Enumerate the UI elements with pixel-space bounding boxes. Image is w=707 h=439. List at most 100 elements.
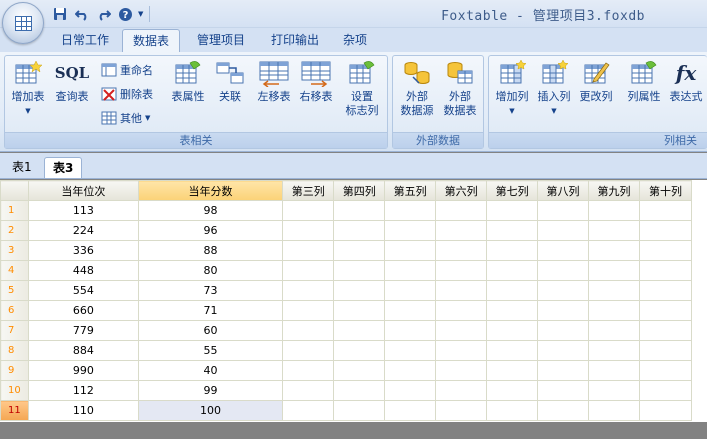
table-row[interactable]: 11 110 100 — [0, 400, 692, 421]
cell-empty[interactable] — [588, 260, 640, 281]
table-row[interactable]: 5 554 73 — [0, 280, 692, 301]
cell-rank[interactable]: 779 — [27, 320, 139, 341]
cell-empty[interactable] — [486, 280, 539, 301]
table-row[interactable]: 9 990 40 — [0, 360, 692, 381]
cell-empty[interactable] — [638, 300, 692, 321]
table-row[interactable]: 7 779 60 — [0, 320, 692, 341]
cell-rank[interactable]: 336 — [27, 240, 139, 261]
cell-empty[interactable] — [435, 200, 488, 221]
table-row[interactable]: 10 112 99 — [0, 380, 692, 401]
table-row[interactable]: 4 448 80 — [0, 260, 692, 281]
cell-rank[interactable]: 224 — [27, 220, 139, 241]
add-table-button[interactable]: 增加表 ▼ — [7, 58, 49, 118]
cell-empty[interactable] — [435, 400, 488, 421]
column-header[interactable]: 当年分数 — [137, 180, 284, 201]
cell-score[interactable]: 99 — [137, 380, 284, 401]
cell-empty[interactable] — [384, 240, 437, 261]
cell-empty[interactable] — [435, 320, 488, 341]
cell-empty[interactable] — [486, 200, 539, 221]
row-header[interactable]: 10 — [0, 380, 29, 401]
cell-empty[interactable] — [638, 280, 692, 301]
cell-score[interactable]: 71 — [137, 300, 284, 321]
table-row[interactable]: 6 660 71 — [0, 300, 692, 321]
cell-empty[interactable] — [486, 220, 539, 241]
cell-empty[interactable] — [537, 360, 590, 381]
cell-empty[interactable] — [638, 220, 692, 241]
cell-empty[interactable] — [486, 300, 539, 321]
row-header[interactable]: 3 — [0, 240, 29, 261]
cell-empty[interactable] — [638, 320, 692, 341]
cell-empty[interactable] — [282, 340, 335, 361]
cell-empty[interactable] — [333, 360, 386, 381]
cell-empty[interactable] — [384, 340, 437, 361]
rename-button[interactable]: 重命名 — [101, 60, 153, 80]
app-menu-button[interactable] — [2, 2, 44, 44]
sheet-tab-1[interactable]: 表1 — [4, 157, 40, 179]
vertical-scroll-area[interactable] — [692, 180, 707, 422]
cell-score[interactable]: 73 — [137, 280, 284, 301]
cell-empty[interactable] — [435, 360, 488, 381]
cell-empty[interactable] — [384, 300, 437, 321]
cell-empty[interactable] — [588, 400, 640, 421]
move-table-right-button[interactable]: 右移表 — [295, 58, 337, 104]
cell-empty[interactable] — [384, 200, 437, 221]
cell-score[interactable]: 60 — [137, 320, 284, 341]
cell-rank[interactable]: 660 — [27, 300, 139, 321]
tab-data-table[interactable]: 数据表 — [122, 29, 180, 52]
relation-button[interactable]: 关联 — [209, 58, 251, 104]
cell-empty[interactable] — [333, 340, 386, 361]
sheet-tab-3[interactable]: 表3 — [44, 157, 83, 179]
cell-empty[interactable] — [282, 380, 335, 401]
cell-empty[interactable] — [486, 380, 539, 401]
row-header[interactable]: 8 — [0, 340, 29, 361]
query-table-button[interactable]: SQL 查询表 — [51, 58, 93, 104]
column-header[interactable]: 第九列 — [588, 180, 640, 201]
cell-rank[interactable]: 448 — [27, 260, 139, 281]
table-row[interactable]: 3 336 88 — [0, 240, 692, 261]
cell-empty[interactable] — [537, 260, 590, 281]
row-header[interactable]: 2 — [0, 220, 29, 241]
cell-empty[interactable] — [588, 200, 640, 221]
cell-empty[interactable] — [537, 380, 590, 401]
cell-rank[interactable]: 110 — [27, 400, 139, 421]
cell-empty[interactable] — [333, 320, 386, 341]
tab-misc[interactable]: 杂项 — [332, 29, 378, 52]
cell-empty[interactable] — [333, 260, 386, 281]
cell-empty[interactable] — [384, 320, 437, 341]
insert-column-button[interactable]: 插入列 ▼ — [533, 58, 575, 118]
cell-empty[interactable] — [282, 300, 335, 321]
cell-empty[interactable] — [282, 320, 335, 341]
column-header[interactable]: 第七列 — [486, 180, 539, 201]
cell-empty[interactable] — [486, 340, 539, 361]
cell-empty[interactable] — [588, 320, 640, 341]
row-header[interactable]: 5 — [0, 280, 29, 301]
cell-empty[interactable] — [638, 240, 692, 261]
table-row[interactable]: 8 884 55 — [0, 340, 692, 361]
cell-empty[interactable] — [282, 220, 335, 241]
cell-empty[interactable] — [282, 260, 335, 281]
cell-empty[interactable] — [435, 260, 488, 281]
other-button[interactable]: 其他 ▼ — [101, 108, 150, 128]
cell-empty[interactable] — [638, 360, 692, 381]
table-props-button[interactable]: 表属性 — [167, 58, 209, 104]
cell-empty[interactable] — [638, 340, 692, 361]
external-table-button[interactable]: 外部 数据表 — [439, 58, 481, 118]
table-row[interactable]: 2 224 96 — [0, 220, 692, 241]
tab-project-manage[interactable]: 管理项目 — [183, 29, 259, 52]
cell-empty[interactable] — [435, 240, 488, 261]
delete-table-button[interactable]: 删除表 — [101, 84, 153, 104]
cell-empty[interactable] — [537, 320, 590, 341]
column-props-button[interactable]: 列属性 — [623, 58, 665, 104]
cell-empty[interactable] — [384, 360, 437, 381]
cell-empty[interactable] — [486, 360, 539, 381]
change-column-button[interactable]: 更改列 — [575, 58, 617, 104]
cell-empty[interactable] — [384, 280, 437, 301]
cell-empty[interactable] — [282, 240, 335, 261]
cell-empty[interactable] — [588, 360, 640, 381]
table-row[interactable]: 1 113 98 — [0, 200, 692, 221]
cell-empty[interactable] — [435, 300, 488, 321]
cell-empty[interactable] — [282, 360, 335, 381]
tab-daily-work[interactable]: 日常工作 — [50, 29, 120, 52]
cell-score[interactable]: 96 — [137, 220, 284, 241]
cell-empty[interactable] — [333, 200, 386, 221]
